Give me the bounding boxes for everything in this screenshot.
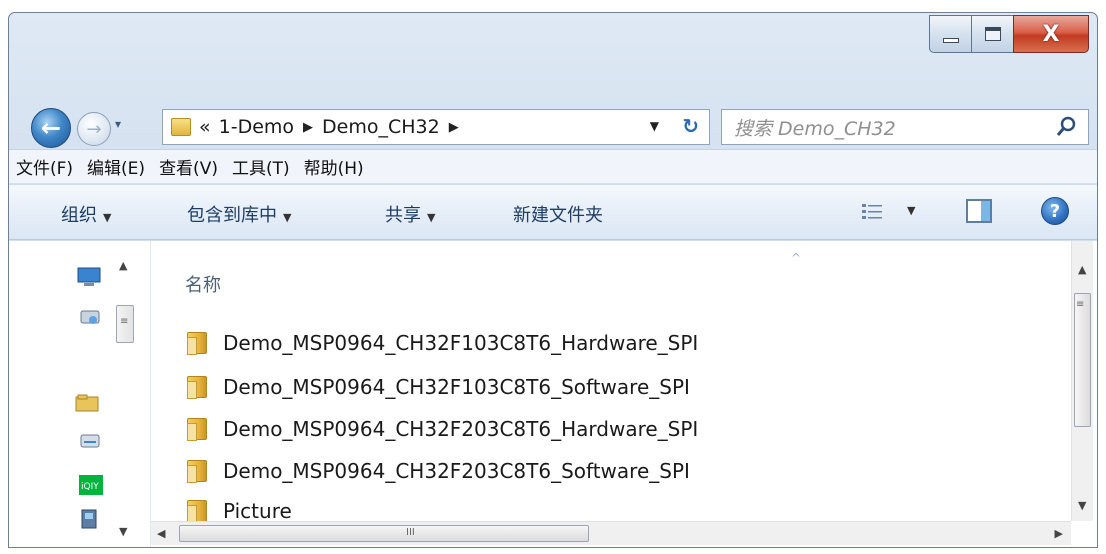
folder-icon [187,376,207,399]
folder-icon [187,418,207,441]
scroll-left-arrow-icon[interactable]: ◀ [157,527,165,540]
close-button[interactable]: X [1013,15,1089,53]
network-folder-icon[interactable] [75,393,99,413]
organize-button[interactable]: 组织 ▼ [61,201,111,227]
svg-text:iQIY: iQIY [81,482,99,492]
horizontal-scroll-thumb[interactable]: III [179,525,589,542]
file-name: Demo_MSP0964_CH32F103C8T6_Hardware_SPI [223,331,699,355]
view-options-dropdown-icon[interactable]: ▼ [907,204,915,217]
menu-edit[interactable]: 编辑(E) [80,154,152,179]
recent-pages-button[interactable]: ▾ [115,117,121,131]
menu-view[interactable]: 查看(V) [152,154,225,179]
column-header-name[interactable]: 名称 [185,271,221,297]
menu-tools[interactable]: 工具(T) [225,154,297,179]
back-button[interactable]: ← [31,108,71,148]
file-list-horizontal-scrollbar[interactable]: ◀ III ▶ [151,521,1071,545]
sort-ascending-icon: ^ [791,251,802,265]
chevron-down-icon: ▼ [103,211,112,224]
file-name: Demo_MSP0964_CH32F203C8T6_Hardware_SPI [223,417,699,441]
file-row[interactable]: Demo_MSP0964_CH32F203C8T6_Hardware_SPI [187,409,698,449]
command-bar: 组织 ▼ 包含到库中 ▼ 共享 ▼ 新建文件夹 ▼ ? [9,184,1097,240]
maximize-icon [984,27,1001,41]
forward-arrow-icon: → [86,118,102,140]
file-row[interactable]: Demo_MSP0964_CH32F103C8T6_Software_SPI [187,367,690,407]
content-area: iQIY ▲ ≡ ▼ ^ 名称 Demo_MSP0964_CH32F103C8T… [9,241,1097,547]
file-name: Demo_MSP0964_CH32F103C8T6_Software_SPI [223,375,690,399]
computer-icon[interactable] [79,309,103,329]
file-row[interactable]: Demo_MSP0964_CH32F203C8T6_Software_SPI [187,451,690,491]
iqiyi-icon[interactable]: iQIY [79,475,103,495]
share-label: 共享 [385,205,421,226]
scroll-down-arrow-icon[interactable]: ▼ [1078,499,1086,512]
file-row[interactable]: Picture [187,491,292,521]
new-folder-button[interactable]: 新建文件夹 [513,201,603,227]
breadcrumb-1-demo[interactable]: 1-Demo [219,116,294,138]
scroll-grip-icon: ≡ [1076,299,1085,310]
menu-file[interactable]: 文件(F) [9,154,80,179]
help-icon[interactable]: ? [1041,197,1069,225]
file-list: ^ 名称 Demo_MSP0964_CH32F103C8T6_Hardware_… [151,241,1071,521]
menu-help[interactable]: 帮助(H) [297,154,371,179]
desktop-icon[interactable] [77,267,101,287]
include-library-label: 包含到库中 [187,205,277,226]
breadcrumb-overflow[interactable]: « [199,116,211,138]
menu-bar: 文件(F) 编辑(E) 查看(V) 工具(T) 帮助(H) [9,149,1097,183]
organize-label: 组织 [61,205,97,226]
include-in-library-button[interactable]: 包含到库中 ▼ [187,201,291,227]
breadcrumb-separator-icon[interactable]: ▶ [449,120,459,135]
address-bar[interactable]: « 1-Demo ▶ Demo_CH32 ▶ ▼ ↻ [162,109,710,145]
maximize-button[interactable] [971,15,1013,53]
forward-button[interactable]: → [77,112,111,146]
chevron-down-icon: ▼ [283,211,292,224]
minimize-icon [942,37,959,43]
library-icon[interactable] [79,509,103,529]
address-dropdown-icon[interactable]: ▼ [650,119,659,133]
folder-icon [187,460,207,483]
breadcrumb-separator-icon[interactable]: ▶ [303,120,313,135]
explorer-window: X ← → ▾ « 1-Demo ▶ Demo_CH32 ▶ ▼ ↻ 搜索 De… [8,12,1098,548]
navigation-row: ← → ▾ « 1-Demo ▶ Demo_CH32 ▶ ▼ ↻ 搜索 Demo… [9,103,1097,148]
file-list-vertical-scrollbar[interactable]: ▲ ≡ ▼ [1071,241,1093,521]
drive-icon[interactable] [79,431,103,451]
back-arrow-icon: ← [40,114,62,142]
file-name: Picture [223,499,292,521]
scroll-grip-icon: ≡ [120,316,129,327]
navigation-pane: iQIY ▲ ≡ ▼ [9,241,151,547]
caption-buttons: X [929,15,1089,53]
scroll-up-arrow-icon[interactable]: ▲ [1078,263,1086,276]
minimize-button[interactable] [929,15,971,53]
scroll-up-arrow-icon[interactable]: ▲ [119,259,127,272]
search-icon[interactable] [1056,115,1078,137]
file-row[interactable]: Demo_MSP0964_CH32F103C8T6_Hardware_SPI [187,323,698,363]
share-button[interactable]: 共享 ▼ [385,201,435,227]
navigation-pane-scrollbar[interactable] [115,241,137,547]
scroll-right-arrow-icon[interactable]: ▶ [1055,527,1063,540]
navigation-pane-scroll-thumb[interactable]: ≡ [116,305,134,343]
refresh-icon[interactable]: ↻ [682,114,699,138]
search-box[interactable]: 搜索 Demo_CH32 [721,109,1089,145]
scroll-grip-icon: III [406,527,415,538]
close-icon: X [1042,21,1060,47]
preview-pane-icon[interactable] [966,199,992,223]
vertical-scroll-thumb[interactable] [1074,293,1091,427]
folder-icon [187,500,207,521]
view-options-icon[interactable] [861,202,883,222]
folder-icon [171,118,191,136]
chevron-down-icon: ▼ [427,211,436,224]
search-placeholder[interactable]: 搜索 Demo_CH32 [734,114,896,141]
folder-icon [187,332,207,355]
file-name: Demo_MSP0964_CH32F203C8T6_Software_SPI [223,459,690,483]
scroll-down-arrow-icon[interactable]: ▼ [119,525,127,538]
breadcrumb-demo-ch32[interactable]: Demo_CH32 [322,116,440,138]
